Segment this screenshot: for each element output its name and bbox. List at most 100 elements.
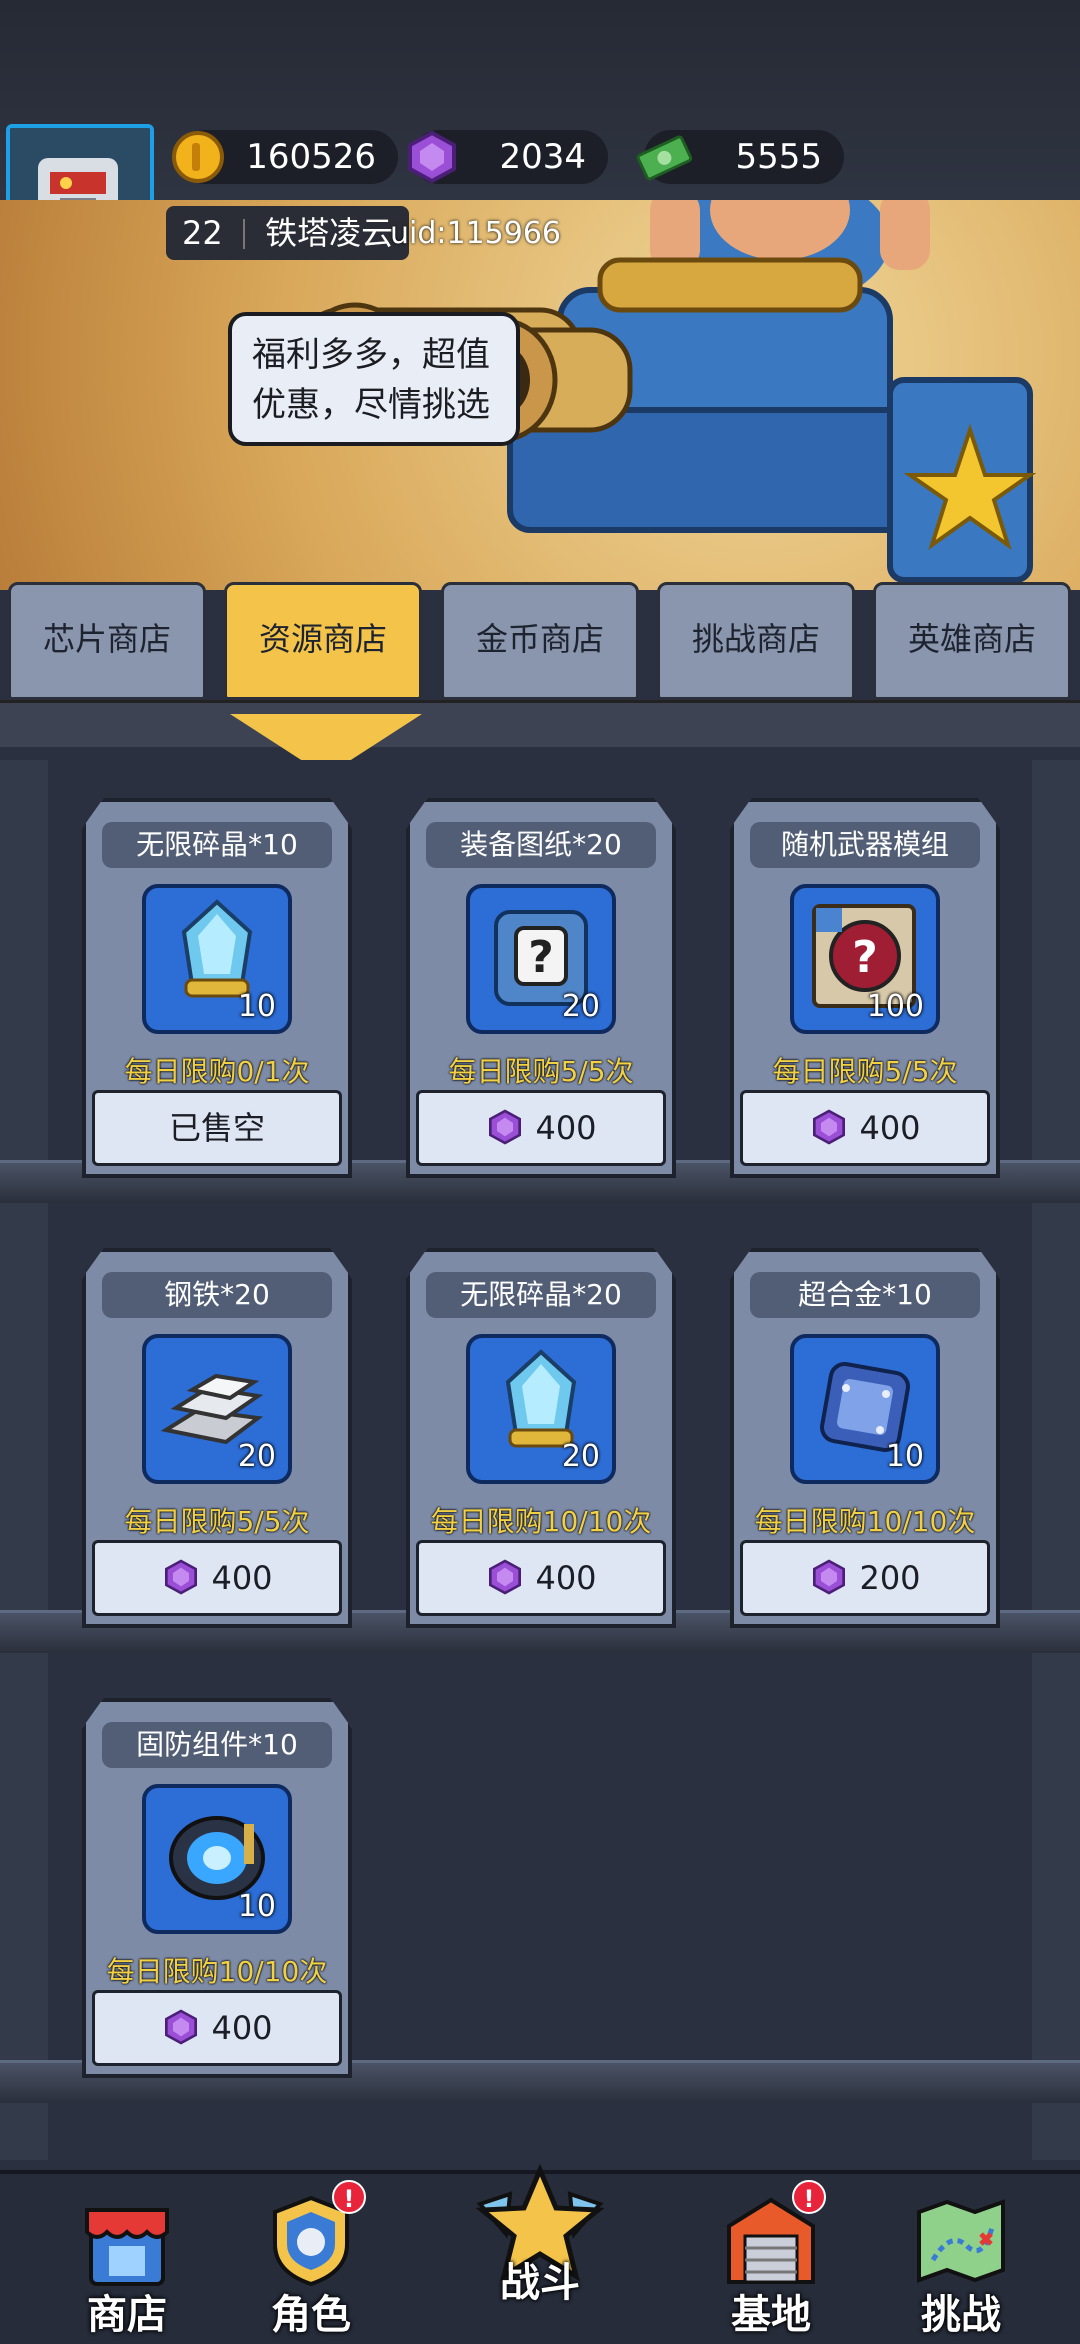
player-name: 铁塔凌云 [265, 214, 394, 252]
buy-button[interactable]: 400 [92, 1990, 342, 2066]
item-icon-frame: 20 [142, 1334, 292, 1484]
price-label: 400 [859, 1109, 921, 1147]
item-quantity: 20 [561, 1439, 600, 1474]
nav-challenge[interactable]: 挑战 [876, 2180, 1046, 2340]
item-quantity: 20 [237, 1439, 276, 1474]
price-label: 400 [211, 1559, 273, 1597]
nav-character[interactable]: ! 角色 [226, 2180, 396, 2340]
gem-icon [165, 2009, 198, 2045]
item-title: 钢铁*20 [102, 1272, 332, 1318]
nav-battle[interactable]: 战斗 [455, 2164, 625, 2324]
shop-item-card[interactable]: 钢铁*20 20 每日限购5/5次 400 [82, 1248, 352, 1638]
notification-badge: ! [332, 2180, 366, 2214]
price-label: 已售空 [168, 1109, 265, 1147]
purchase-limit: 每日限购10/10次 [106, 1955, 328, 1988]
speech-line-1: 福利多多，超值 [252, 335, 490, 375]
player-level-name: 22 铁塔凌云 [166, 206, 410, 260]
coin-icon [172, 131, 224, 183]
item-icon-frame: 10 [142, 1784, 292, 1934]
shelf-side-right [1032, 760, 1080, 2160]
nav-label: 商店 [87, 2292, 167, 2338]
tab-label: 芯片商店 [42, 620, 171, 658]
tab-underline-bar [0, 700, 1080, 747]
item-title: 无限碎晶*20 [426, 1272, 656, 1318]
nav-label: 战斗 [500, 2260, 580, 2306]
svg-text:?: ? [852, 932, 878, 983]
tab-label: 英雄商店 [907, 620, 1036, 658]
sold-out-button[interactable]: 已售空 [92, 1090, 342, 1166]
shop-stall-icon [85, 2208, 169, 2286]
shop-item-card[interactable]: 固防组件*10 10 每日限购10/10次 400 [82, 1698, 352, 2088]
gem-counter: 2034 [408, 130, 608, 184]
shop-banner [0, 200, 1080, 590]
gem-icon [489, 1559, 522, 1595]
nav-label: 基地 [731, 2292, 811, 2338]
item-icon-frame: 10 [790, 1334, 940, 1484]
item-title: 超合金*10 [750, 1272, 980, 1318]
speech-line-2: 优惠，尽情挑选 [252, 385, 490, 425]
nav-label: 挑战 [921, 2292, 1001, 2338]
tab-coin-shop[interactable]: 金币商店 [441, 582, 639, 700]
notification-badge: ! [792, 2180, 826, 2214]
cash-counter: 5555 [636, 130, 844, 184]
item-icon-frame: 20 [466, 1334, 616, 1484]
map-icon [917, 2199, 1005, 2283]
shopkeeper-tank-illustration [297, 200, 1037, 583]
buy-button[interactable]: 200 [740, 1540, 990, 1616]
tab-label: 挑战商店 [691, 620, 820, 658]
item-quantity: 100 [866, 989, 924, 1024]
item-quantity: 20 [561, 989, 600, 1024]
item-icon-frame: 10 [142, 884, 292, 1034]
purchase-limit: 每日限购5/5次 [448, 1055, 634, 1088]
item-title: 装备图纸*20 [426, 822, 656, 868]
price-label: 400 [535, 1559, 597, 1597]
purchase-limit: 每日限购10/10次 [754, 1505, 976, 1538]
buy-button[interactable]: 400 [416, 1540, 666, 1616]
player-uid: uid:115966 [390, 216, 562, 251]
shelf-side-left [0, 760, 48, 2160]
buy-button[interactable]: 400 [740, 1090, 990, 1166]
tab-label: 资源商店 [258, 620, 387, 658]
coin-value: 160526 [246, 137, 376, 177]
gem-icon [813, 1559, 846, 1595]
item-icon-frame: ? 100 [790, 884, 940, 1034]
tab-resource-shop[interactable]: 资源商店 [224, 582, 422, 700]
item-title: 随机武器模组 [750, 822, 980, 868]
item-icon-frame: ? 20 [466, 884, 616, 1034]
price-label: 400 [211, 2009, 273, 2047]
buy-button[interactable]: 400 [92, 1540, 342, 1616]
shop-item-card[interactable]: 无限碎晶*20 20 每日限购10/10次 400 [406, 1248, 676, 1638]
tab-hero-shop[interactable]: 英雄商店 [873, 582, 1071, 700]
item-quantity: 10 [237, 1889, 276, 1924]
shop-item-card[interactable]: 超合金*10 10 每日限购10/10次 200 [730, 1248, 1000, 1638]
nav-base[interactable]: ! 基地 [686, 2180, 856, 2340]
shop-item-card[interactable]: 无限碎晶*10 10 每日限购0/1次 已售空 [82, 798, 352, 1188]
item-quantity: 10 [237, 989, 276, 1024]
cash-icon [636, 135, 693, 181]
cash-value: 5555 [735, 137, 822, 177]
shop-item-card[interactable]: 装备图纸*20 ? 20 每日限购5/5次 400 [406, 798, 676, 1188]
tab-challenge-shop[interactable]: 挑战商店 [657, 582, 855, 700]
nav-shop[interactable]: 商店 [42, 2180, 212, 2340]
gem-icon [165, 1559, 198, 1595]
buy-button[interactable]: 400 [416, 1090, 666, 1166]
price-label: 200 [859, 1559, 921, 1597]
gem-icon [489, 1109, 522, 1145]
coin-counter: 160526 [172, 130, 398, 184]
purchase-limit: 每日限购10/10次 [430, 1505, 652, 1538]
purchase-limit: 每日限购0/1次 [124, 1055, 310, 1088]
gem-icon [408, 130, 456, 184]
tab-label: 金币商店 [475, 620, 604, 658]
shop-item-card[interactable]: 随机武器模组 ? 100 每日限购5/5次 400 [730, 798, 1000, 1188]
price-label: 400 [535, 1109, 597, 1147]
purchase-limit: 每日限购5/5次 [124, 1505, 310, 1538]
item-title: 无限碎晶*10 [102, 822, 332, 868]
purchase-limit: 每日限购5/5次 [772, 1055, 958, 1088]
gem-value: 2034 [499, 137, 586, 177]
nav-label: 角色 [271, 2292, 351, 2338]
gem-icon [813, 1109, 846, 1145]
svg-text:?: ? [528, 932, 554, 983]
item-quantity: 10 [885, 1439, 924, 1474]
tab-chip-shop[interactable]: 芯片商店 [8, 582, 206, 700]
divider [242, 219, 245, 249]
